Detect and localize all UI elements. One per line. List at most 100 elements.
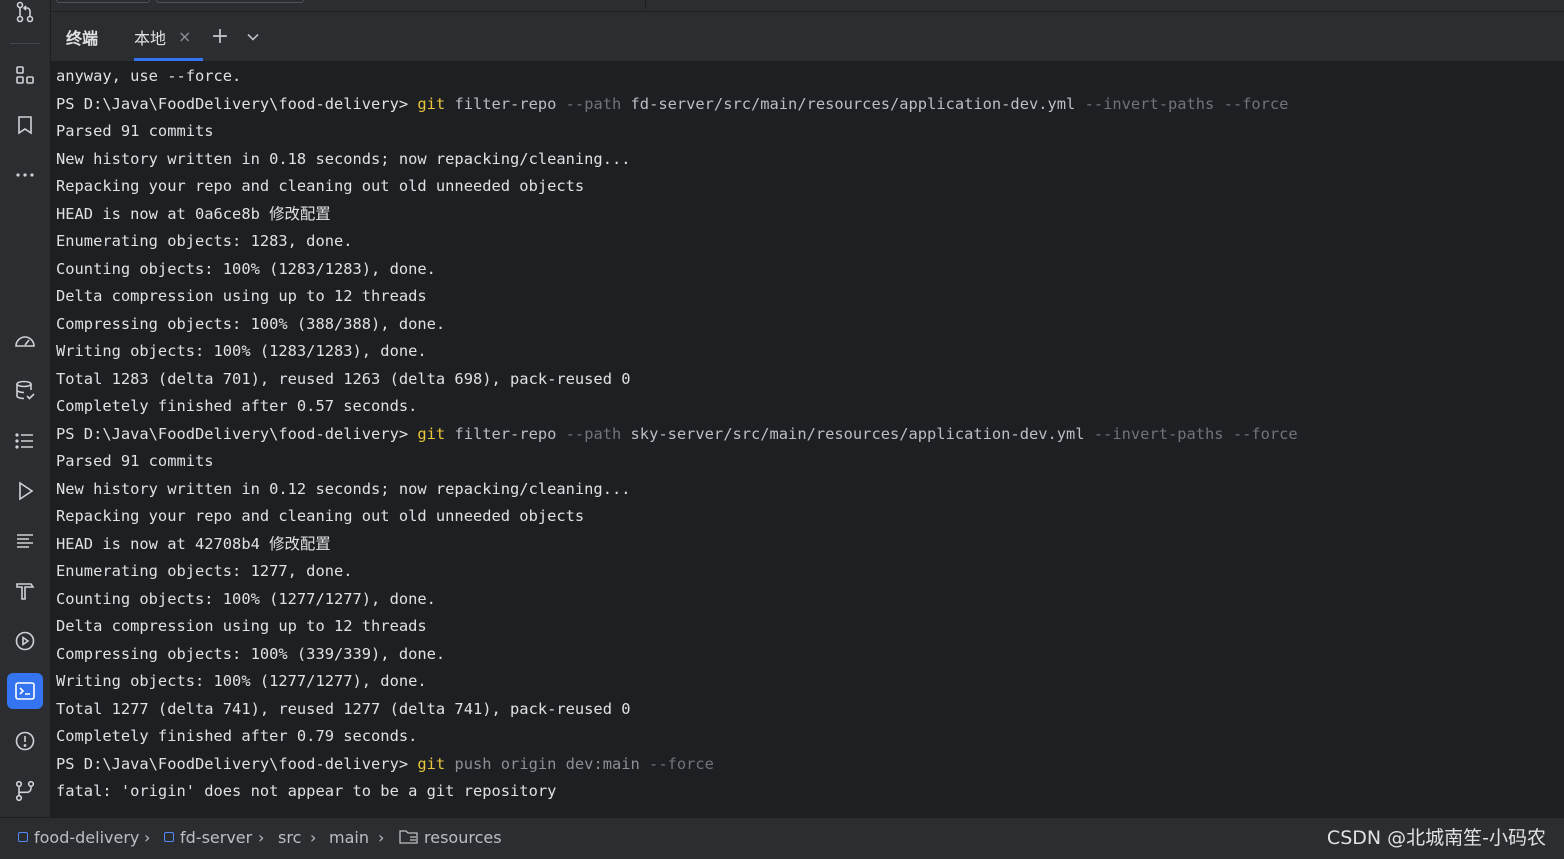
watermark: CSDN @北城南笙-小码农: [1326, 827, 1546, 849]
terminal-line: Counting objects: 100% (1283/1283), done…: [56, 256, 436, 283]
breadcrumb-item-resources[interactable]: resources: [399, 818, 502, 856]
terminal-text: Enumerating objects: 1277, done.: [56, 562, 353, 580]
breadcrumb-separator: ›: [144, 827, 151, 847]
module-icon: [164, 832, 174, 842]
terminal-line: Enumerating objects: 1283, done.: [56, 228, 353, 255]
terminal-text: Total 1283 (delta 701), reused 1263 (del…: [56, 369, 631, 388]
terminal-tab-bar: 终端 本地 × +: [51, 12, 1564, 61]
profiler-icon[interactable]: [7, 323, 43, 359]
terminal-line: Compressing objects: 100% (339/339), don…: [56, 641, 445, 668]
editor-tab-fragment[interactable]: [56, 0, 150, 3]
terminal-line: PS D:\Java\FoodDelivery\food-delivery> g…: [56, 91, 1288, 118]
divider: [645, 0, 646, 10]
terminal-text: --path: [565, 94, 622, 113]
problems-icon[interactable]: [7, 723, 43, 759]
terminal-text: PS D:\Java\FoodDelivery\food-delivery>: [56, 754, 418, 773]
terminal-line: Total 1277 (delta 741), reused 1277 (del…: [56, 696, 631, 723]
terminal-text: Writing objects: 100% (1283/1283), done.: [56, 342, 427, 360]
terminal-text: Total 1277 (delta 741), reused 1277 (del…: [56, 699, 631, 718]
build-icon[interactable]: [7, 573, 43, 609]
terminal-text: HEAD is now at 0a6ce8b 修改配置: [56, 204, 331, 223]
terminal-output[interactable]: anyway, use --force. PS D:\Java\FoodDeliv…: [51, 61, 1564, 817]
terminal-text: New history written in 0.12 seconds; now…: [56, 479, 631, 498]
terminal-line: Repacking your repo and cleaning out old…: [56, 503, 584, 530]
editor-tab-strip: [50, 0, 1564, 12]
more-icon[interactable]: [7, 157, 43, 193]
terminal-line: HEAD is now at 42708b4 修改配置: [56, 531, 331, 558]
structure-icon[interactable]: [7, 57, 43, 93]
terminal-text: anyway, use --force.: [56, 67, 242, 85]
breadcrumb-item-module[interactable]: fd-server: [164, 818, 252, 856]
terminal-text: git: [417, 754, 446, 773]
services-icon[interactable]: [7, 623, 43, 659]
terminal-text: --path: [565, 424, 622, 443]
terminal-text: Repacking your repo and cleaning out old…: [56, 507, 585, 525]
breadcrumb-item-project[interactable]: food-delivery: [18, 818, 139, 856]
terminal-panel-title: 终端: [66, 28, 99, 48]
terminal-text: Enumerating objects: 1283, done.: [56, 232, 353, 250]
breadcrumb-separator: ›: [310, 827, 317, 847]
database-icon[interactable]: [7, 373, 43, 409]
breadcrumb-label: food-delivery: [34, 827, 140, 847]
terminal-text: PS D:\Java\FoodDelivery\food-delivery>: [56, 94, 418, 113]
terminal-line: New history written in 0.18 seconds; now…: [56, 146, 631, 173]
breadcrumb-item-main[interactable]: main: [329, 818, 369, 856]
terminal-text: git: [417, 424, 446, 443]
breadcrumb-item-src[interactable]: src: [278, 818, 301, 856]
terminal-icon[interactable]: [7, 673, 43, 709]
tool-window-sidebar: [0, 0, 51, 817]
terminal-line: Counting objects: 100% (1277/1277), done…: [56, 586, 436, 613]
terminal-line: Compressing objects: 100% (388/388), don…: [56, 311, 445, 338]
breadcrumb-separator: ›: [258, 827, 265, 847]
terminal-text: New history written in 0.18 seconds; now…: [56, 149, 631, 168]
terminal-text: Delta compression using up to 12 threads: [56, 617, 427, 635]
bookmark-icon[interactable]: [7, 107, 43, 143]
terminal-text: Delta compression using up to 12 threads: [56, 287, 427, 305]
terminal-line: Repacking your repo and cleaning out old…: [56, 173, 584, 200]
terminal-text: PS D:\Java\FoodDelivery\food-delivery>: [56, 424, 418, 443]
terminal-text: Compressing objects: 100% (388/388), don…: [56, 314, 446, 333]
terminal-text: filter-repo: [445, 94, 566, 113]
divider: [10, 43, 40, 44]
breadcrumb-separator: ›: [378, 827, 385, 847]
log-icon[interactable]: [7, 523, 43, 559]
terminal-text: Counting objects: 100% (1283/1283), done…: [56, 259, 436, 278]
close-icon[interactable]: ×: [178, 27, 191, 46]
plus-icon: +: [210, 24, 230, 49]
editor-tab-fragment[interactable]: [156, 0, 304, 3]
terminal-line: Writing objects: 100% (1283/1283), done.: [56, 338, 427, 365]
terminal-text: Compressing objects: 100% (339/339), don…: [56, 644, 446, 663]
terminal-text: fatal: 'origin' does not appear to be a …: [56, 782, 557, 800]
tab-options-button[interactable]: [246, 12, 260, 61]
add-tab-button[interactable]: +: [209, 12, 231, 61]
commit-icon[interactable]: [7, 0, 43, 30]
terminal-text: Repacking your repo and cleaning out old…: [56, 177, 585, 195]
terminal-text: Counting objects: 100% (1277/1277), done…: [56, 589, 436, 608]
tab-local-label: 本地: [134, 28, 167, 48]
terminal-text: sky-server/src/main/resources/applicatio…: [621, 424, 1094, 443]
run-icon[interactable]: [7, 473, 43, 509]
terminal-text: --force: [649, 754, 714, 773]
terminal-text: --invert-paths --force: [1084, 94, 1289, 113]
terminal-text: filter-repo: [445, 424, 566, 443]
git-branch-icon[interactable]: [7, 773, 43, 809]
terminal-text: Parsed 91 commits: [56, 122, 214, 140]
terminal-line: Completely finished after 0.79 seconds.: [56, 723, 417, 750]
breadcrumb-label: fd-server: [180, 827, 253, 847]
terminal-text: git: [417, 94, 446, 113]
terminal-line: Parsed 91 commits: [56, 118, 214, 145]
terminal-line: anyway, use --force.: [56, 63, 241, 90]
terminal-text: HEAD is now at 42708b4 修改配置: [56, 534, 331, 553]
terminal-line: PS D:\Java\FoodDelivery\food-delivery> g…: [56, 751, 714, 778]
breadcrumb-label: resources: [424, 827, 502, 847]
terminal-line: Total 1283 (delta 701), reused 1263 (del…: [56, 366, 631, 393]
todo-list-icon[interactable]: [7, 423, 43, 459]
terminal-line: New history written in 0.12 seconds; now…: [56, 476, 631, 503]
terminal-line: HEAD is now at 0a6ce8b 修改配置: [56, 201, 331, 228]
terminal-text: fd-server/src/main/resources/application…: [621, 94, 1085, 113]
terminal-text: --invert-paths --force: [1093, 424, 1298, 443]
terminal-line: Writing objects: 100% (1277/1277), done.: [56, 668, 427, 695]
terminal-line: fatal: 'origin' does not appear to be a …: [56, 778, 556, 805]
terminal-text: Completely finished after 0.79 seconds.: [56, 727, 418, 745]
tab-local[interactable]: 本地 ×: [122, 12, 204, 61]
